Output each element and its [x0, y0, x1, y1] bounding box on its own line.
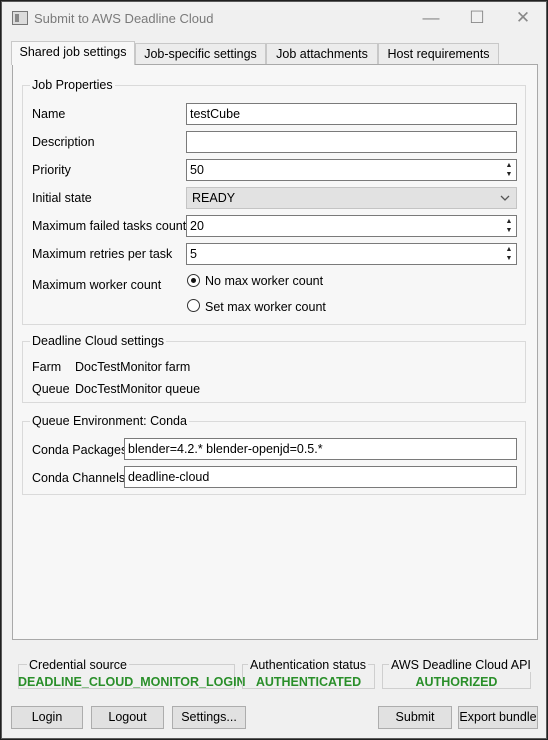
conda-channels-label: Conda Channels	[32, 471, 126, 485]
max-failed-spinbox[interactable]: 20 ▲ ▼	[186, 215, 517, 237]
spin-up-icon[interactable]: ▲	[503, 245, 515, 254]
farm-label: Farm	[32, 360, 62, 374]
max-retries-label: Maximum retries per task	[32, 247, 173, 261]
priority-value: 50	[190, 163, 204, 177]
auth-status-label: Authentication status	[248, 658, 369, 672]
queue-value: DocTestMonitor queue	[75, 382, 201, 396]
close-icon[interactable]: ✕	[500, 2, 546, 34]
priority-label: Priority	[32, 163, 71, 177]
export-bundle-button[interactable]: Export bundle	[458, 706, 538, 729]
farm-value: DocTestMonitor farm	[75, 360, 191, 374]
description-field[interactable]	[186, 131, 517, 153]
credential-source-value: DEADLINE_CLOUD_MONITOR_LOGIN	[18, 675, 246, 689]
minimize-icon[interactable]: —	[408, 2, 454, 34]
chevron-down-icon	[500, 195, 510, 201]
window-title: Submit to AWS Deadline Cloud	[34, 11, 214, 26]
job-properties-title: Job Properties	[30, 78, 115, 92]
auth-status-value: AUTHENTICATED	[255, 675, 362, 689]
initial-state-value: READY	[192, 191, 236, 205]
set-max-label[interactable]: Set max worker count	[205, 300, 326, 314]
spin-down-icon[interactable]: ▼	[503, 254, 515, 263]
api-status-value: AUTHORIZED	[415, 675, 498, 689]
app-icon	[12, 11, 28, 25]
priority-spinbox[interactable]: 50 ▲ ▼	[186, 159, 517, 181]
name-field[interactable]: testCube	[186, 103, 517, 125]
api-status-label: AWS Deadline Cloud API	[389, 658, 533, 672]
spin-down-icon[interactable]: ▼	[503, 170, 515, 179]
tab-job-attachments[interactable]: Job attachments	[266, 43, 378, 65]
name-label: Name	[32, 107, 66, 121]
logout-button[interactable]: Logout	[91, 706, 164, 729]
initial-state-label: Initial state	[32, 191, 92, 205]
no-max-label[interactable]: No max worker count	[205, 274, 323, 288]
spin-up-icon[interactable]: ▲	[503, 217, 515, 226]
set-max-radio[interactable]	[187, 299, 200, 312]
spin-down-icon[interactable]: ▼	[503, 226, 515, 235]
queue-environment-title: Queue Environment: Conda	[30, 414, 189, 428]
priority-stepper[interactable]: ▲ ▼	[503, 161, 515, 179]
max-retries-value: 5	[190, 247, 197, 261]
conda-channels-field[interactable]: deadline-cloud	[124, 466, 517, 488]
settings-button[interactable]: Settings...	[172, 706, 246, 729]
conda-packages-label: Conda Packages	[32, 443, 128, 457]
title-bar: Submit to AWS Deadline Cloud — ☐ ✕	[2, 2, 546, 34]
spin-up-icon[interactable]: ▲	[503, 161, 515, 170]
submitter-window: Submit to AWS Deadline Cloud — ☐ ✕ Share…	[1, 1, 547, 739]
initial-state-select[interactable]: READY	[186, 187, 517, 209]
no-max-radio[interactable]	[187, 274, 200, 287]
credential-source-label: Credential source	[27, 658, 129, 672]
max-failed-stepper[interactable]: ▲ ▼	[503, 217, 515, 235]
maximize-icon[interactable]: ☐	[454, 2, 500, 34]
max-retries-spinbox[interactable]: 5 ▲ ▼	[186, 243, 517, 265]
tab-panel: Job Properties Name testCube Description…	[12, 64, 538, 640]
submit-button[interactable]: Submit	[378, 706, 452, 729]
max-worker-label: Maximum worker count	[32, 278, 162, 292]
tab-shared-job-settings[interactable]: Shared job settings	[11, 41, 135, 65]
conda-packages-field[interactable]: blender=4.2.* blender-openjd=0.5.*	[124, 438, 517, 460]
max-failed-value: 20	[190, 219, 204, 233]
deadline-settings-title: Deadline Cloud settings	[30, 334, 167, 348]
tab-host-requirements[interactable]: Host requirements	[378, 43, 499, 65]
description-label: Description	[32, 135, 95, 149]
queue-label: Queue	[32, 382, 70, 396]
max-retries-stepper[interactable]: ▲ ▼	[503, 245, 515, 263]
tab-job-specific-settings[interactable]: Job-specific settings	[135, 43, 266, 65]
max-failed-label: Maximum failed tasks count	[32, 219, 187, 233]
login-button[interactable]: Login	[11, 706, 83, 729]
